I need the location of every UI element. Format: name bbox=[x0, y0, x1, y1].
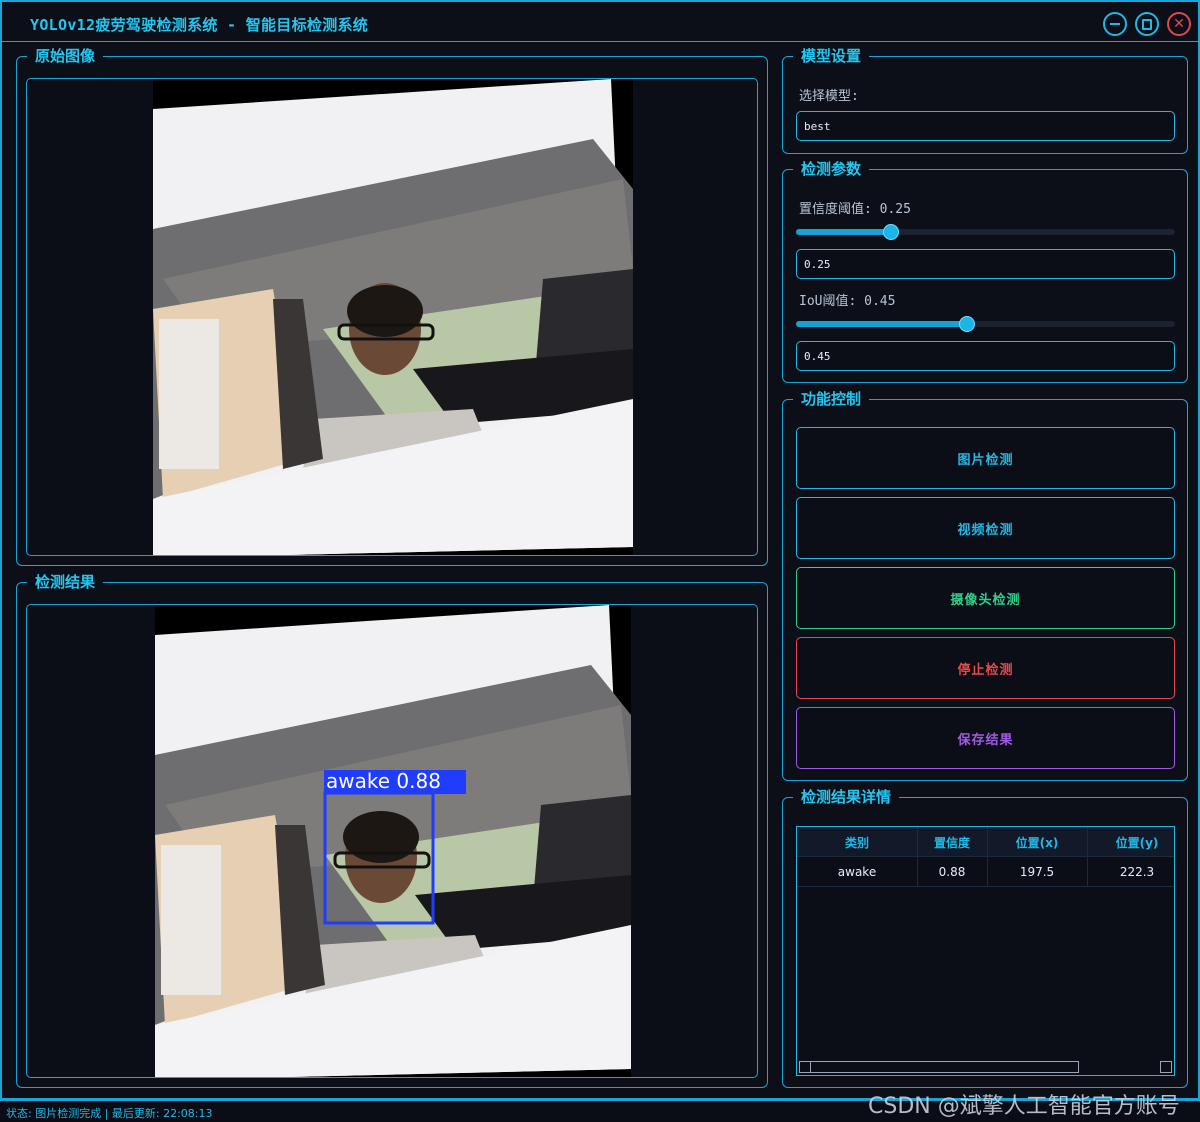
save-result-button[interactable]: 保存结果 bbox=[796, 707, 1175, 769]
status-text: 状态: 图片检测完成 | 最后更新: 22:08:13 bbox=[6, 1107, 213, 1120]
detection-details-title: 检测结果详情 bbox=[793, 787, 900, 807]
model-settings-panel: 模型设置 选择模型: best bbox=[782, 46, 1188, 154]
video-detect-button[interactable]: 视频检测 bbox=[796, 497, 1175, 559]
cell-class: awake bbox=[837, 865, 877, 879]
results-table: 类别 置信度 位置(x) 位置(y) awake 0.88 197.5 222.… bbox=[796, 826, 1175, 1076]
conf-slider-handle[interactable] bbox=[883, 224, 899, 240]
col-header-confidence[interactable]: 置信度 bbox=[917, 834, 987, 851]
window-title: YOLOv12疲劳驾驶检测系统 - 智能目标检测系统 bbox=[30, 16, 369, 34]
maximize-button[interactable] bbox=[1135, 12, 1159, 36]
title-bar: YOLOv12疲劳驾驶检测系统 - 智能目标检测系统 ✕ bbox=[2, 2, 1198, 42]
detect-params-title: 检测参数 bbox=[793, 159, 870, 179]
scrollbar-handle[interactable] bbox=[810, 1062, 811, 1072]
car-cabin-result-image bbox=[155, 605, 631, 1077]
function-control-panel: 功能控制 图片检测 视频检测 摄像头检测 停止检测 保存结果 bbox=[782, 389, 1188, 781]
conf-slider[interactable] bbox=[796, 224, 1175, 240]
cell-pos-x: 197.5 bbox=[1019, 865, 1055, 879]
iou-slider[interactable] bbox=[796, 316, 1175, 332]
scroll-corner bbox=[1160, 1061, 1172, 1073]
stop-detect-button[interactable]: 停止检测 bbox=[796, 637, 1175, 699]
close-button[interactable]: ✕ bbox=[1167, 12, 1191, 36]
col-header-pos-x[interactable]: 位置(x) bbox=[987, 834, 1087, 851]
horizontal-scrollbar[interactable] bbox=[799, 1061, 1079, 1073]
minimize-icon bbox=[1110, 23, 1120, 25]
cell-pos-y: 222.3 bbox=[1119, 865, 1155, 879]
cell-confidence: 0.88 bbox=[938, 865, 966, 879]
model-select-label: 选择模型: bbox=[799, 89, 859, 104]
conf-slider-fill bbox=[796, 229, 891, 235]
original-image bbox=[153, 79, 633, 555]
conf-threshold-label: 置信度阈值: 0.25 bbox=[799, 202, 911, 217]
iou-value-input[interactable]: 0.45 bbox=[796, 341, 1175, 371]
original-image-frame bbox=[26, 78, 758, 556]
original-image-panel: 原始图像 bbox=[16, 46, 768, 566]
detection-label: awake 0.88 bbox=[326, 769, 441, 793]
iou-threshold-label: IoU阈值: 0.45 bbox=[799, 294, 896, 309]
detection-details-panel: 检测结果详情 类别 置信度 位置(x) 位置(y) awake 0.88 197… bbox=[782, 787, 1188, 1088]
main-window: YOLOv12疲劳驾驶检测系统 - 智能目标检测系统 ✕ 原始图像 检测结果 a… bbox=[0, 0, 1200, 1100]
conf-value-input[interactable]: 0.25 bbox=[796, 249, 1175, 279]
col-header-class[interactable]: 类别 bbox=[797, 834, 917, 851]
car-cabin-image bbox=[153, 79, 633, 555]
result-image: awake 0.88 bbox=[155, 605, 631, 1077]
table-header: 类别 置信度 位置(x) 位置(y) bbox=[797, 827, 1174, 857]
result-image-frame: awake 0.88 bbox=[26, 604, 758, 1078]
result-image-title: 检测结果 bbox=[27, 572, 104, 592]
image-detect-button[interactable]: 图片检测 bbox=[796, 427, 1175, 489]
close-icon: ✕ bbox=[1173, 16, 1185, 32]
model-select[interactable]: best bbox=[796, 111, 1175, 141]
col-header-pos-y[interactable]: 位置(y) bbox=[1087, 834, 1187, 851]
maximize-icon bbox=[1142, 18, 1152, 30]
detect-params-panel: 检测参数 置信度阈值: 0.25 0.25 IoU阈值: 0.45 0.45 bbox=[782, 159, 1188, 383]
iou-slider-handle[interactable] bbox=[959, 316, 975, 332]
model-settings-title: 模型设置 bbox=[793, 46, 870, 66]
function-control-title: 功能控制 bbox=[793, 389, 870, 409]
result-image-panel: 检测结果 awake 0.88 bbox=[16, 572, 768, 1088]
original-image-title: 原始图像 bbox=[27, 46, 104, 66]
watermark: CSDN @斌擎人工智能官方账号 bbox=[868, 1094, 1180, 1119]
camera-detect-button[interactable]: 摄像头检测 bbox=[796, 567, 1175, 629]
minimize-button[interactable] bbox=[1103, 12, 1127, 36]
iou-slider-fill bbox=[796, 321, 967, 327]
